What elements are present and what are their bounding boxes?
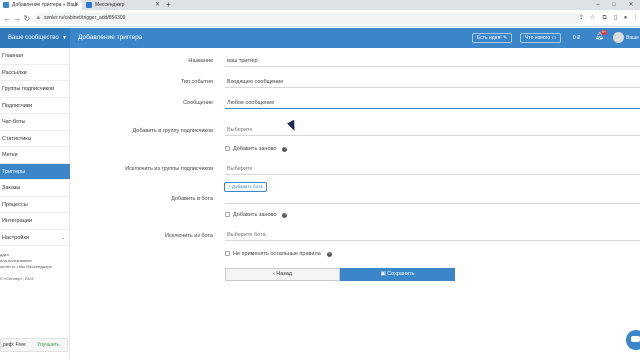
- browser-tab-bar: Добавление триггера « Ваш ✕ Мессенджер ✕…: [0, 0, 640, 10]
- save-button[interactable]: ▣ Сохранить: [340, 268, 455, 281]
- bell-icon[interactable]: 🔔︎ 9+: [595, 30, 607, 42]
- sidebar-item-integrations[interactable]: Интеграции: [0, 213, 70, 230]
- copyright: © «Сенлер», 2022: [0, 276, 34, 281]
- whats-new-button[interactable]: Что нового ▭: [520, 33, 562, 43]
- close-tab-icon[interactable]: ✕: [74, 0, 79, 10]
- new-tab-button[interactable]: +: [166, 0, 171, 10]
- whats-new-label: Что нового: [525, 35, 551, 41]
- add-again-checkbox-2[interactable]: [225, 212, 230, 217]
- sidebar-item-chatbots[interactable]: Чат-боты: [0, 114, 70, 131]
- help-icon[interactable]: ?: [282, 147, 288, 152]
- plan-label: риф: Free: [3, 342, 26, 348]
- upgrade-button[interactable]: Улучшить: [37, 339, 60, 352]
- sidebar-item-processes[interactable]: Процессы: [0, 197, 70, 213]
- name-label: Название: [188, 58, 213, 64]
- chevron-down-icon: ⌄: [60, 234, 65, 241]
- reload-icon[interactable]: ↻: [22, 13, 32, 24]
- sidepanel-icon[interactable]: ▯: [611, 13, 620, 24]
- plan-box: риф: Free Улучшить: [0, 338, 68, 352]
- sidebar-item-mailings[interactable]: Рассылки: [0, 65, 70, 81]
- exclude-group-label: Исключить из группы подписчиков: [125, 166, 213, 172]
- add-again-checkbox-row-2[interactable]: Добавить заново?: [225, 211, 288, 219]
- lock-icon: 🔒︎: [37, 15, 40, 21]
- sidebar-item-triggers[interactable]: Триггеры: [0, 163, 70, 180]
- messenger-favicon-icon: [86, 2, 92, 8]
- notification-badge: 9+: [601, 30, 607, 35]
- menu-icon[interactable]: ⋮: [631, 13, 640, 24]
- extensions-icon[interactable]: ⧉: [600, 13, 609, 24]
- forward-arrow-icon[interactable]: →: [12, 13, 22, 24]
- user-name[interactable]: Ваше: [626, 33, 639, 43]
- profile-icon[interactable]: ●: [621, 13, 630, 24]
- add-again-label: Добавить заново: [233, 146, 277, 152]
- browser-tab-active[interactable]: Добавление триггера « Ваш ✕: [0, 0, 82, 10]
- community-name: Ваше сообщество: [8, 35, 59, 41]
- address-bar[interactable]: 🔒︎ senler.ru/cabinet/trigger_add/856309: [34, 13, 584, 24]
- add-bot-label: Добавить в бота: [171, 196, 213, 202]
- divider: [225, 203, 640, 204]
- sidebar: Главная Рассылки Группы подписчиков Подп…: [0, 48, 70, 360]
- save-icon: ▣: [380, 271, 386, 277]
- no-other-rules-label: Не применять остальные правила: [233, 251, 321, 257]
- sidebar-item-orders[interactable]: Заказы: [0, 180, 70, 197]
- add-group-label: Добавить в группу подписчиков: [132, 128, 213, 134]
- tab-title: Добавление триггера « Ваш: [12, 2, 78, 8]
- add-again-checkbox-row[interactable]: Добавить заново?: [225, 145, 288, 153]
- chevron-down-icon: ▼: [62, 35, 67, 41]
- close-window-button[interactable]: ✕: [625, 0, 637, 10]
- plus-icon: +: [228, 184, 231, 189]
- balance[interactable]: 0 ₽: [573, 33, 580, 43]
- edit-icon: ✎: [503, 35, 508, 41]
- maximize-button[interactable]: □: [608, 0, 620, 10]
- sidebar-item-settings[interactable]: Настройки ⌄: [0, 230, 70, 246]
- app-header: Ваше сообщество ▼ Добавление триггера Ес…: [0, 28, 640, 48]
- minimize-button[interactable]: –: [592, 0, 604, 10]
- avatar[interactable]: [613, 32, 624, 43]
- news-icon: ▭: [551, 35, 557, 41]
- name-input[interactable]: ваш триггер: [225, 55, 640, 67]
- sidebar-item-home[interactable]: Главная: [0, 48, 70, 65]
- footer-link[interactable]: senler.ru • Мы Мессенджере: [0, 264, 52, 270]
- add-bot-button[interactable]: + Добавить бота: [224, 182, 267, 192]
- add-bot-button-label: Добавить бота: [231, 184, 263, 189]
- event-type-select[interactable]: Входящее сообщение: [225, 76, 640, 88]
- sidebar-item-label: Настройки: [2, 234, 29, 241]
- exclude-bot-label: Исключить из бота: [165, 233, 213, 239]
- browser-toolbar: ← → ↻ 🔒︎ senler.ru/cabinet/trigger_add/8…: [0, 10, 640, 27]
- tab-title: Мессенджер: [95, 2, 125, 8]
- idea-button[interactable]: Есть идея! ✎: [472, 33, 513, 43]
- sidebar-item-tags[interactable]: Метки: [0, 147, 70, 164]
- url-text: senler.ru/cabinet/trigger_add/856309: [44, 15, 126, 21]
- bookmark-star-icon[interactable]: ☆: [588, 13, 597, 24]
- help-icon[interactable]: ?: [326, 252, 332, 257]
- save-button-label: Сохранить: [387, 271, 415, 277]
- no-other-rules-row[interactable]: Не применять остальные правила?: [225, 250, 332, 258]
- add-again-checkbox[interactable]: [225, 146, 230, 151]
- close-tab-icon[interactable]: ✕: [155, 0, 160, 10]
- message-select[interactable]: Любое сообщение: [225, 97, 640, 109]
- chat-support-icon[interactable]: [626, 330, 640, 350]
- no-other-rules-checkbox[interactable]: [225, 251, 230, 256]
- exclude-bot-select[interactable]: Выберите бота: [225, 229, 640, 241]
- back-arrow-icon[interactable]: ←: [2, 13, 12, 24]
- share-icon[interactable]: ⇪: [577, 13, 586, 24]
- exclude-group-select[interactable]: Выберите: [225, 163, 640, 175]
- sidebar-item-subscriber-groups[interactable]: Группы подписчиков: [0, 81, 70, 98]
- back-button[interactable]: ‹ Назад: [225, 268, 340, 281]
- add-again-label-2: Добавить заново: [233, 212, 277, 218]
- senler-favicon-icon: [3, 2, 9, 8]
- add-group-select[interactable]: Выберите: [225, 124, 640, 136]
- idea-button-label: Есть идея!: [477, 35, 502, 41]
- event-type-label: Тип события: [180, 79, 213, 85]
- browser-tab[interactable]: Мессенджер ✕: [83, 0, 163, 10]
- sidebar-item-statistics[interactable]: Статистика: [0, 131, 70, 147]
- community-switcher[interactable]: Ваше сообщество ▼: [0, 28, 70, 48]
- message-label: Сообщение: [183, 100, 213, 106]
- sidebar-item-subscribers[interactable]: Подписчики: [0, 98, 70, 114]
- page-title: Добавление триггера: [78, 34, 143, 41]
- help-icon[interactable]: ?: [282, 213, 288, 218]
